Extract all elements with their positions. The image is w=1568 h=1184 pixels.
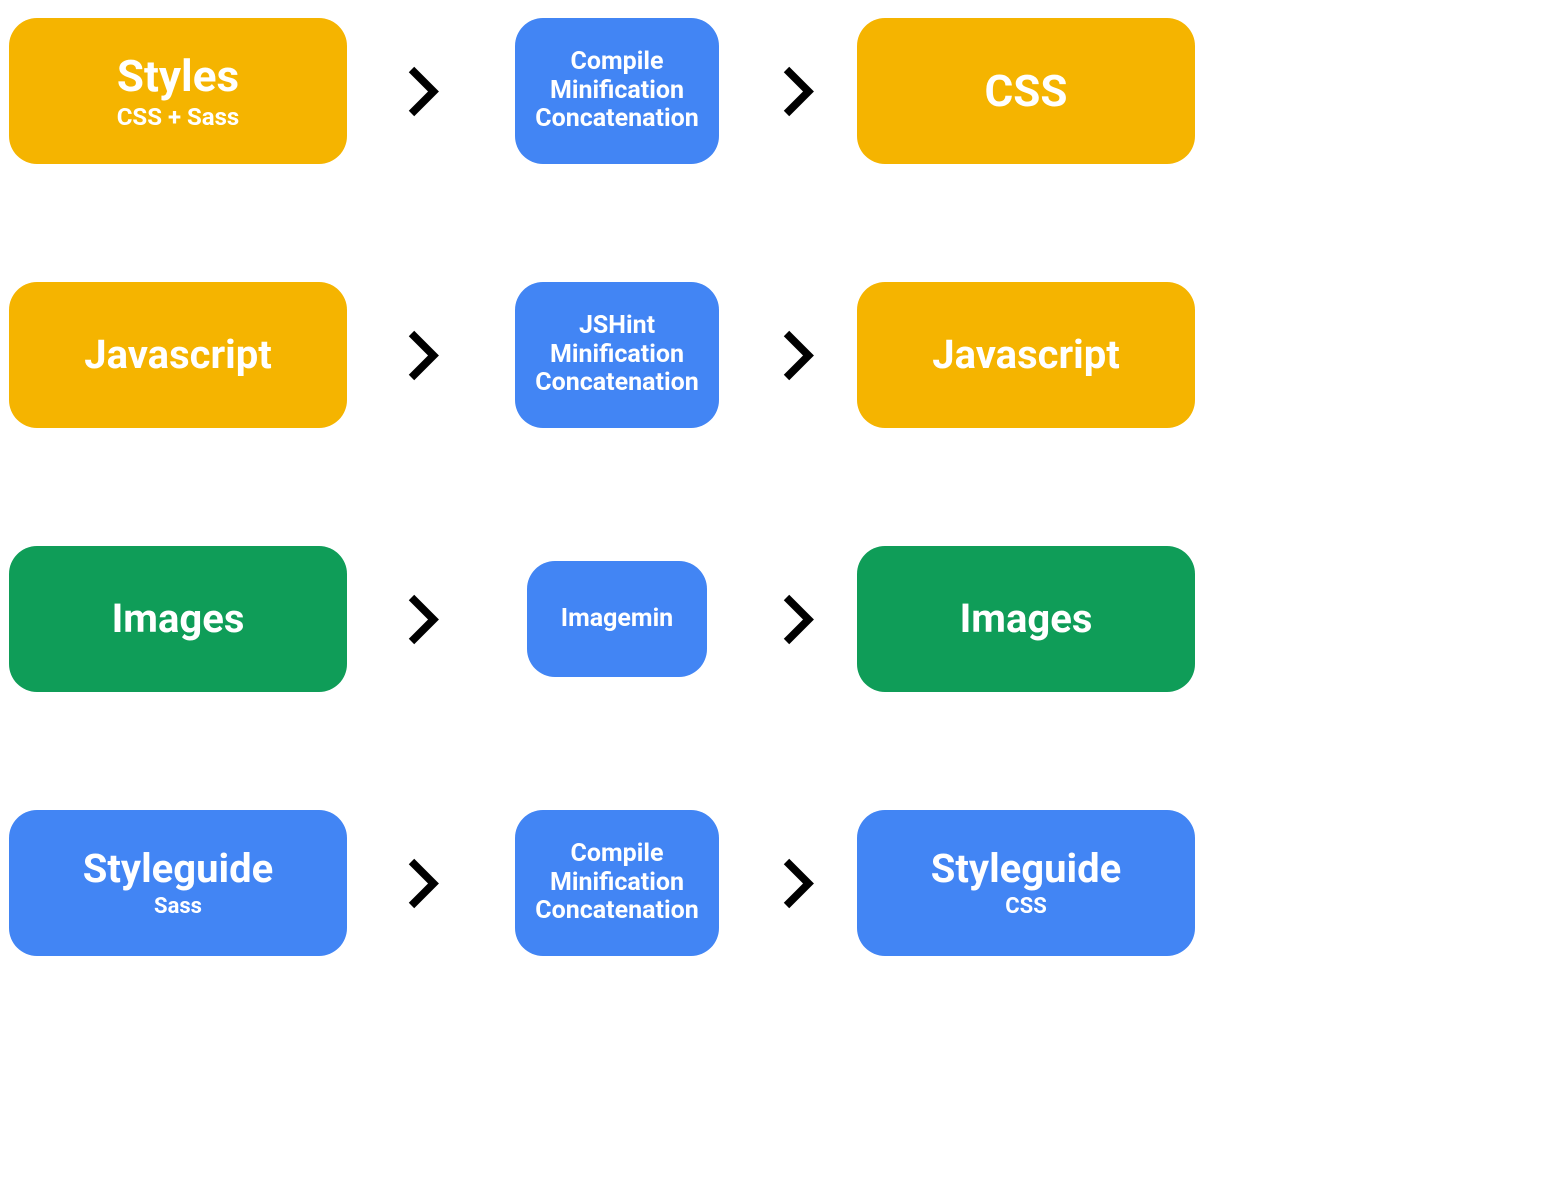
output-title: Styleguide bbox=[931, 846, 1121, 892]
output-box-styleguide: Styleguide CSS bbox=[857, 810, 1195, 956]
output-box-javascript: Javascript bbox=[857, 282, 1195, 428]
process-line: Minification bbox=[550, 341, 684, 370]
pipeline-row-javascript: Javascript JSHint Minification Concatena… bbox=[9, 282, 1271, 428]
output-subtitle: CSS bbox=[1005, 894, 1047, 919]
process-box-images: Imagemin bbox=[527, 561, 707, 677]
pipeline-row-styleguide: Styleguide Sass Compile Minification Con… bbox=[9, 810, 1271, 956]
arrow-icon bbox=[347, 856, 497, 911]
input-box-images: Images bbox=[9, 546, 347, 692]
process-line: Minification bbox=[550, 77, 684, 106]
process-wrap: Compile Minification Concatenation bbox=[497, 18, 737, 164]
process-line: Minification bbox=[550, 869, 684, 898]
process-line: JSHint bbox=[579, 312, 655, 341]
process-line: Compile bbox=[571, 48, 664, 77]
input-title: Styles bbox=[117, 51, 239, 102]
output-title: Javascript bbox=[932, 332, 1119, 378]
input-box-styles: Styles CSS + Sass bbox=[9, 18, 347, 164]
arrow-icon bbox=[737, 592, 857, 647]
input-box-styleguide: Styleguide Sass bbox=[9, 810, 347, 956]
arrow-icon bbox=[737, 328, 857, 383]
pipeline-diagram: Styles CSS + Sass Compile Minification C… bbox=[0, 0, 1280, 974]
arrow-icon bbox=[347, 328, 497, 383]
process-box-javascript: JSHint Minification Concatenation bbox=[515, 282, 718, 428]
arrow-icon bbox=[737, 856, 857, 911]
arrow-icon bbox=[347, 64, 497, 119]
input-title: Images bbox=[112, 596, 245, 642]
arrow-icon bbox=[737, 64, 857, 119]
process-line: Compile bbox=[571, 840, 664, 869]
process-box-styles: Compile Minification Concatenation bbox=[515, 18, 718, 164]
arrow-icon bbox=[347, 592, 497, 647]
process-line: Concatenation bbox=[535, 897, 698, 926]
input-title: Javascript bbox=[84, 332, 271, 378]
input-box-javascript: Javascript bbox=[9, 282, 347, 428]
output-title: CSS bbox=[985, 66, 1068, 117]
output-title: Images bbox=[960, 596, 1093, 642]
process-box-styleguide: Compile Minification Concatenation bbox=[515, 810, 718, 956]
pipeline-row-images: Images Imagemin Images bbox=[9, 546, 1271, 692]
output-box-images: Images bbox=[857, 546, 1195, 692]
process-wrap: Imagemin bbox=[497, 561, 737, 677]
input-subtitle: Sass bbox=[154, 894, 202, 919]
process-line: Concatenation bbox=[535, 369, 698, 398]
output-box-css: CSS bbox=[857, 18, 1195, 164]
input-subtitle: CSS + Sass bbox=[117, 104, 240, 132]
pipeline-row-styles: Styles CSS + Sass Compile Minification C… bbox=[9, 18, 1271, 164]
process-wrap: JSHint Minification Concatenation bbox=[497, 282, 737, 428]
process-line: Concatenation bbox=[535, 105, 698, 134]
process-wrap: Compile Minification Concatenation bbox=[497, 810, 737, 956]
input-title: Styleguide bbox=[83, 846, 273, 892]
process-line: Imagemin bbox=[561, 605, 673, 634]
